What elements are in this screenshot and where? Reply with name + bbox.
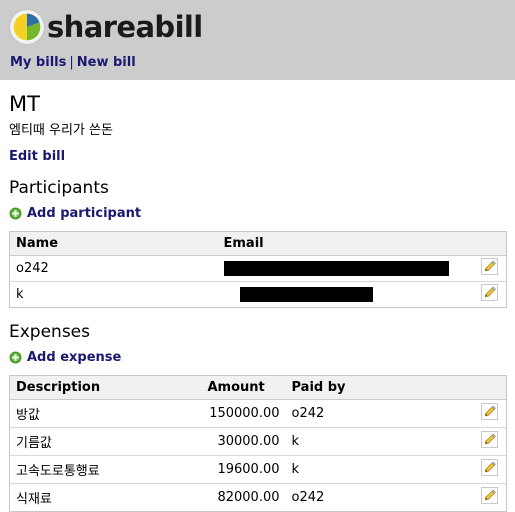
table-row: k xyxy=(10,282,507,308)
row-actions xyxy=(472,399,507,429)
pencil-icon[interactable] xyxy=(480,459,498,477)
participant-email xyxy=(218,282,473,308)
expense-amount: 150000.00 xyxy=(201,399,286,429)
row-actions xyxy=(472,255,507,283)
page-header: shareabill My bills | New bill xyxy=(0,0,515,80)
column-header-paid-by: Paid by xyxy=(285,375,473,401)
add-participant-link[interactable]: Add participant xyxy=(27,206,141,221)
plus-circle-icon xyxy=(9,351,22,364)
expense-paid-by: o242 xyxy=(291,490,325,506)
table-row: 식재료 82000.00 o242 xyxy=(10,484,507,512)
participants-table: Name Email o242 k xyxy=(9,231,507,309)
expense-paid-by: k xyxy=(285,455,473,485)
brand-name: shareabill xyxy=(47,9,203,44)
expenses-heading: Expenses xyxy=(9,322,90,343)
bill-description: 엠티때 우리가 쓴돈 xyxy=(9,123,113,139)
column-header-name: Name xyxy=(9,231,218,257)
pencil-icon[interactable] xyxy=(480,284,498,302)
row-actions xyxy=(473,282,507,308)
add-expense-row[interactable]: Add expense xyxy=(9,350,506,365)
edit-bill-link[interactable]: Edit bill xyxy=(9,149,65,164)
pencil-icon[interactable] xyxy=(480,258,498,276)
expense-description: 기름값 xyxy=(9,427,202,457)
participant-email xyxy=(217,255,473,283)
expense-description: 고속도로통행료 xyxy=(9,455,202,485)
column-header-description: Description xyxy=(9,375,202,401)
pencil-icon[interactable] xyxy=(480,431,498,449)
page-title: MT xyxy=(9,92,40,116)
pencil-icon[interactable] xyxy=(480,403,498,421)
row-actions xyxy=(472,427,507,457)
main-nav: My bills | New bill xyxy=(0,48,515,70)
expense-description: 식재료 xyxy=(16,492,52,508)
expense-amount: 82000.00 xyxy=(217,490,280,506)
redaction-bar xyxy=(239,287,373,303)
brand: shareabill xyxy=(0,0,515,48)
participant-name: k xyxy=(16,287,24,303)
participants-header-row: Name Email xyxy=(9,231,507,257)
expense-paid-by: o242 xyxy=(285,399,473,429)
expense-paid-by: k xyxy=(285,427,473,457)
nav-separator: | xyxy=(69,55,74,70)
nav-link-my-bills[interactable]: My bills xyxy=(10,55,66,70)
participant-name: o242 xyxy=(9,255,218,283)
column-header-amount: Amount xyxy=(201,375,286,401)
expenses-header-row: Description Amount Paid by xyxy=(9,375,507,401)
row-actions xyxy=(472,455,507,485)
add-expense-link[interactable]: Add expense xyxy=(27,350,121,365)
table-row: o242 xyxy=(9,255,507,283)
pie-chart-logo-icon xyxy=(9,9,45,45)
table-row: 고속도로통행료 19600.00 k xyxy=(9,455,507,485)
expense-amount: 19600.00 xyxy=(201,455,286,485)
participants-heading: Participants xyxy=(9,178,109,199)
main-content: MT 엠티때 우리가 쓴돈 Edit bill Participants Add… xyxy=(0,91,515,512)
table-row: 기름값 30000.00 k xyxy=(9,427,507,457)
nav-link-new-bill[interactable]: New bill xyxy=(77,55,136,70)
add-participant-row[interactable]: Add participant xyxy=(9,206,506,221)
row-actions xyxy=(473,484,507,512)
table-row: 방값 150000.00 o242 xyxy=(9,399,507,429)
redaction-bar xyxy=(223,261,449,277)
plus-circle-icon xyxy=(9,207,22,220)
pencil-icon[interactable] xyxy=(480,487,498,505)
expense-amount: 30000.00 xyxy=(201,427,286,457)
expenses-table: Description Amount Paid by 방값 150000.00 … xyxy=(9,375,507,512)
column-header-actions xyxy=(472,231,507,257)
expense-description: 방값 xyxy=(9,399,202,429)
column-header-email: Email xyxy=(217,231,473,257)
column-header-actions xyxy=(472,375,507,401)
